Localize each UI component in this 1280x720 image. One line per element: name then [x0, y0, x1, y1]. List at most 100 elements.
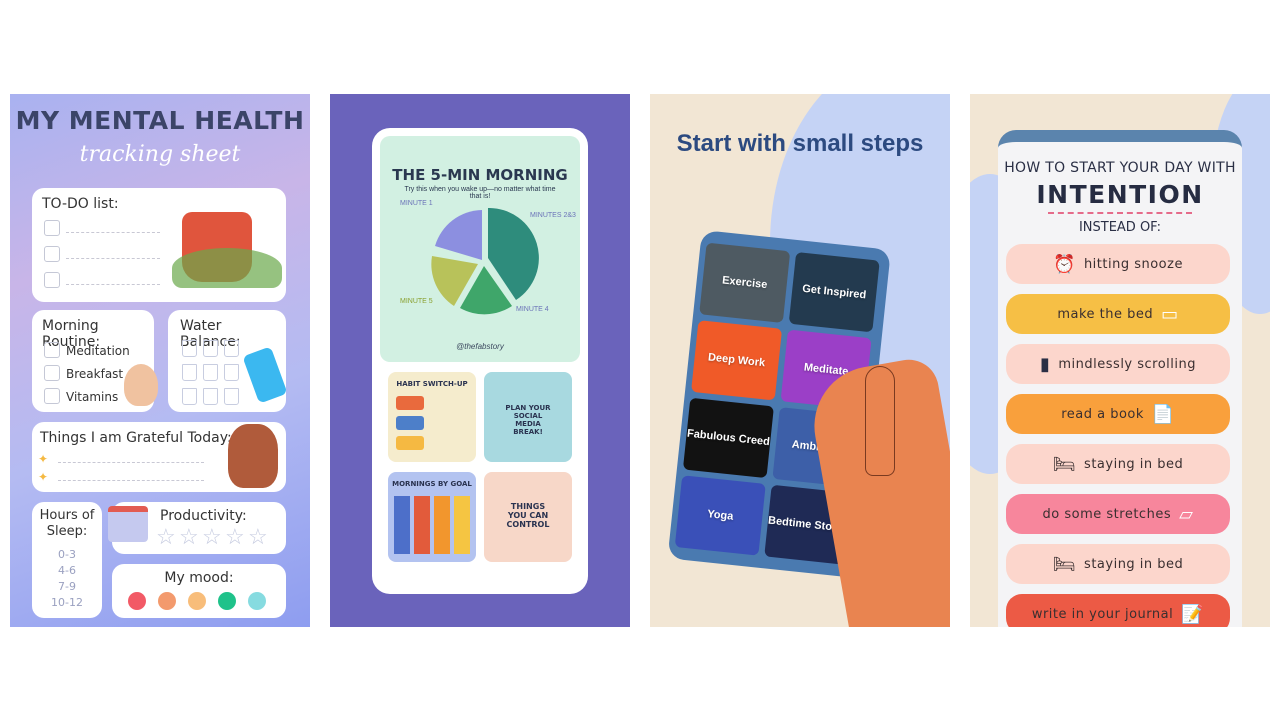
habit-text: staying in bed: [1084, 456, 1184, 472]
routine-item: Breakfast: [66, 367, 124, 381]
todo-checkbox[interactable]: [44, 272, 60, 288]
pillow-icon: ▭: [1161, 303, 1179, 325]
productivity-star[interactable]: ☆: [179, 524, 199, 550]
sleep-option[interactable]: 7-9: [32, 580, 102, 593]
infographic-title: THE 5-MIN MORNING: [392, 166, 568, 184]
todo-checkbox[interactable]: [44, 220, 60, 236]
sleep-option[interactable]: 4-6: [32, 564, 102, 577]
heading-main: INTENTION: [1036, 180, 1204, 209]
yoga-mat-icon: ▱: [1179, 503, 1194, 525]
phone-frame: THE 5-MIN MORNING Try this when you wake…: [372, 128, 588, 594]
tracker-subtitle: tracking sheet: [79, 142, 241, 167]
water-glass-icon[interactable]: [203, 340, 218, 357]
minute-label: MINUTE 4: [516, 306, 549, 313]
habit-text: write in your journal: [1031, 606, 1174, 622]
thumb-title: PLAN YOUR SOCIAL MEDIA BREAK!: [505, 404, 551, 436]
thumb-things-you-can-control[interactable]: THINGS YOU CAN CONTROL: [484, 472, 572, 562]
water-glass-icon[interactable]: [182, 364, 197, 381]
habit-text: read a book: [1061, 406, 1144, 422]
mood-card: My mood:: [112, 564, 286, 618]
water-glass-icon[interactable]: [182, 388, 197, 405]
habit-good-item: write in your journal 📝: [1006, 594, 1230, 627]
infographic-subtitle: Try this when you wake up—no matter what…: [404, 186, 556, 200]
tile-get-inspired[interactable]: Get Inspired: [788, 251, 880, 333]
minute-label: MINUTE 5: [400, 298, 433, 305]
phone-icon: ▮: [1039, 353, 1051, 375]
bed-icon: 🛏: [1052, 453, 1077, 475]
habit-text: make the bed: [1057, 306, 1154, 322]
water-glass-icon[interactable]: [203, 388, 218, 405]
productivity-star[interactable]: ☆: [225, 524, 245, 550]
grateful-line: [58, 480, 204, 481]
tile-exercise[interactable]: Exercise: [699, 242, 791, 323]
productivity-star[interactable]: ☆: [248, 524, 268, 550]
water-glass-icon[interactable]: [224, 340, 239, 357]
routine-checkbox[interactable]: [44, 342, 60, 358]
mood-dot[interactable]: [218, 592, 236, 610]
mood-dot[interactable]: [128, 592, 146, 610]
screenshot-small-steps: Start with small steps Exercise Get Insp…: [650, 94, 950, 627]
habit-bad-item: ▮ mindlessly scrolling: [1006, 344, 1230, 384]
thumb-title: MORNINGS BY GOAL: [392, 480, 472, 488]
book-icon: 📄: [1151, 403, 1175, 425]
routine-checkbox[interactable]: [44, 388, 60, 404]
bed-icon: 🛏: [1052, 553, 1077, 575]
tile-fabulous-creed[interactable]: Fabulous Creed: [682, 397, 774, 479]
thumb-title: HABIT SWITCH-UP: [396, 380, 468, 388]
sparkle-icon: ✦: [38, 470, 49, 484]
morning-routine-card: Morning Routine: Meditation Breakfast Vi…: [32, 310, 158, 412]
hand-pills-icon: [124, 364, 158, 406]
infographic-handle: @thefabstory: [456, 342, 504, 351]
mood-dot[interactable]: [158, 592, 176, 610]
water-glass-icon[interactable]: [203, 364, 218, 381]
heading-sub: INSTEAD OF:: [1078, 220, 1162, 235]
habit-good-item: do some stretches ▱: [1006, 494, 1230, 534]
heading-underline: [1048, 212, 1192, 214]
mood-dot[interactable]: [188, 592, 206, 610]
todo-line: [66, 284, 160, 285]
journal-icon: 📝: [1181, 603, 1205, 625]
alarm-clock-icon: ⏰: [1053, 253, 1076, 275]
tile-yoga[interactable]: Yoga: [674, 475, 766, 556]
thumb-illustration: [865, 366, 895, 476]
water-balance-card: Water Balance:: [168, 310, 288, 412]
water-glass-icon[interactable]: [224, 364, 239, 381]
routine-checkbox[interactable]: [44, 365, 60, 381]
mood-dot[interactable]: [248, 592, 266, 610]
routine-item: Meditation: [66, 344, 130, 358]
productivity-star[interactable]: ☆: [202, 524, 222, 550]
tile-deep-work[interactable]: Deep Work: [691, 320, 783, 401]
sleep-card: Hours of Sleep: 0-3 4-6 7-9 10-12: [32, 502, 102, 618]
habit-good-item: read a book 📄: [1006, 394, 1230, 434]
pie-illustration: [431, 208, 539, 315]
water-glass-icon[interactable]: [182, 340, 197, 357]
sleep-option[interactable]: 10-12: [32, 596, 102, 609]
thumb-habit-switch-up[interactable]: HABIT SWITCH-UP: [388, 372, 476, 462]
habit-text: mindlessly scrolling: [1058, 356, 1197, 372]
holding-hands-icon: [228, 424, 278, 488]
productivity-label: Productivity:: [160, 508, 247, 524]
thumb-social-media-break[interactable]: PLAN YOUR SOCIAL MEDIA BREAK!: [484, 372, 572, 462]
splash-glass-icon: [242, 346, 288, 404]
sleep-option[interactable]: 0-3: [32, 548, 102, 561]
screenshot-mental-health-tracker: MY MENTAL HEALTH tracking sheet TO-DO li…: [10, 94, 310, 627]
grateful-card: Things I am Grateful Today: ✦ ✦: [32, 422, 286, 492]
todo-card: TO-DO list:: [32, 188, 286, 302]
sleep-label: Hours of Sleep:: [39, 508, 95, 539]
productivity-star[interactable]: ☆: [156, 524, 176, 550]
habit-text: do some stretches: [1042, 506, 1172, 522]
heading-top: HOW TO START YOUR DAY WITH: [1004, 160, 1236, 176]
water-glass-icon[interactable]: [224, 388, 239, 405]
todo-line: [66, 232, 160, 233]
habit-good-item: make the bed ▭: [1006, 294, 1230, 334]
five-min-morning-infographic[interactable]: THE 5-MIN MORNING Try this when you wake…: [380, 136, 580, 362]
grateful-label: Things I am Grateful Today:: [40, 430, 232, 446]
thumb-mornings-by-goal[interactable]: MORNINGS BY GOAL: [388, 472, 476, 562]
pie-slice-minute-1: [435, 210, 482, 260]
routine-item: Vitamins: [66, 390, 119, 404]
todo-label: TO-DO list:: [42, 196, 119, 212]
habit-bad-item: 🛏 staying in bed: [1006, 444, 1230, 484]
minute-label: MINUTES 2&3: [530, 212, 576, 219]
todo-checkbox[interactable]: [44, 246, 60, 262]
habit-bad-item: ⏰ hitting snooze: [1006, 244, 1230, 284]
